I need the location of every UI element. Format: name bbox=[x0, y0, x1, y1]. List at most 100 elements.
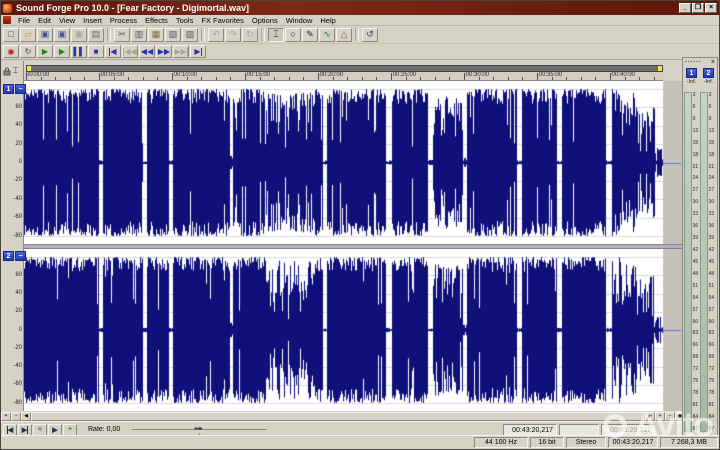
mix-button[interactable]: ▧ bbox=[165, 28, 181, 42]
channel-2-minimize-button[interactable]: − bbox=[15, 251, 26, 261]
document-icon bbox=[3, 16, 11, 24]
play-normal-button[interactable]: ▶ bbox=[48, 424, 62, 436]
level-meter-bar bbox=[700, 92, 708, 432]
forward-button[interactable]: ▶▶ bbox=[156, 45, 172, 58]
channel-1-minimize-button[interactable]: − bbox=[15, 84, 26, 94]
meter-channel-1-button[interactable]: 1 bbox=[686, 68, 697, 78]
event-tool-button[interactable]: △ bbox=[336, 28, 352, 42]
amplitude-scale-label: -40 bbox=[13, 196, 22, 202]
zoom-out-vertical-button[interactable]: − bbox=[11, 412, 21, 421]
envelope-tool-button[interactable]: ∿ bbox=[319, 28, 335, 42]
toolbar-separator bbox=[355, 28, 359, 41]
render-as-button: ▣ bbox=[71, 28, 87, 42]
amplitude-scale-label: 20 bbox=[15, 308, 22, 314]
ruler-tick bbox=[376, 77, 377, 80]
menu-tools[interactable]: Tools bbox=[172, 16, 198, 25]
meter-scale-label: 39 bbox=[709, 235, 716, 241]
cut-button[interactable]: ✂ bbox=[114, 28, 130, 42]
menu-fx-favorites[interactable]: FX Favorites bbox=[197, 16, 248, 25]
meter-scale-label: 48 bbox=[693, 271, 700, 277]
go-to-end-button[interactable]: ▶ bbox=[18, 424, 32, 436]
menu-file[interactable]: File bbox=[14, 16, 34, 25]
edit-tool-button[interactable]: ⌶ bbox=[268, 28, 284, 42]
close-button[interactable]: × bbox=[705, 3, 717, 13]
go-to-start-button[interactable]: ◀ bbox=[105, 45, 121, 58]
menu-process[interactable]: Process bbox=[106, 16, 141, 25]
channel-1-button[interactable]: 1 bbox=[3, 84, 14, 94]
open-button[interactable]: ▱ bbox=[20, 28, 36, 42]
ruler-tick bbox=[522, 77, 523, 80]
menu-help[interactable]: Help bbox=[316, 16, 339, 25]
ruler-tick bbox=[347, 77, 348, 80]
menu-effects[interactable]: Effects bbox=[141, 16, 172, 25]
record-button[interactable]: ◉ bbox=[3, 45, 19, 58]
window-title: Sound Forge Pro 10.0 - [Fear Factory - D… bbox=[16, 3, 249, 13]
panel-grip-icon[interactable]: ▪▪▪▪▪▪ bbox=[685, 60, 702, 65]
lock-icon[interactable] bbox=[3, 67, 11, 76]
meter-scale-label: 15 bbox=[693, 140, 700, 146]
minimize-button[interactable]: _ bbox=[679, 3, 691, 13]
channel-2-button[interactable]: 2 bbox=[3, 251, 14, 261]
loop-playback-button[interactable]: ↻ bbox=[20, 45, 36, 58]
zoom-out-time-button[interactable]: − bbox=[665, 412, 675, 421]
pencil-tool-button[interactable]: ✎ bbox=[302, 28, 318, 42]
scrollbar-trough[interactable] bbox=[31, 412, 645, 421]
menu-edit[interactable]: Edit bbox=[34, 16, 55, 25]
ruler-tick bbox=[508, 77, 509, 80]
meters-close-icon[interactable]: × bbox=[711, 59, 715, 66]
play-button[interactable]: ▶ bbox=[54, 45, 70, 58]
print-button[interactable]: ▤ bbox=[88, 28, 104, 42]
menu-insert[interactable]: Insert bbox=[79, 16, 106, 25]
next-marker-button: ▶▶ bbox=[173, 45, 189, 58]
time-ruler[interactable]: 00:00:00,00:05:00,00:10:00,00:15:00,00:2… bbox=[24, 72, 663, 81]
rewind-button[interactable]: ◀◀ bbox=[139, 45, 155, 58]
waveform-channel-2[interactable] bbox=[24, 249, 684, 411]
magnify-tool-button[interactable]: ○ bbox=[285, 28, 301, 42]
scroll-right-button[interactable]: ▶ bbox=[645, 412, 655, 421]
toolbar-separator bbox=[107, 28, 111, 41]
save-all-button[interactable]: ▣ bbox=[54, 28, 70, 42]
meter-scale: 3691215182124273033363942454851545760636… bbox=[708, 92, 716, 432]
zoom-in-vertical-button[interactable]: + bbox=[1, 412, 11, 421]
meter-scale-label: 60 bbox=[709, 319, 716, 325]
play-all-button[interactable]: ▶ bbox=[37, 45, 53, 58]
edit-tool-corner-icon[interactable]: ⌶ bbox=[13, 66, 18, 76]
meter-scale-label: 30 bbox=[709, 199, 716, 205]
copy-button[interactable]: ▥ bbox=[131, 28, 147, 42]
scrollbar-thumb[interactable] bbox=[31, 412, 645, 421]
play-plugin-chainer-button[interactable]: + bbox=[63, 424, 77, 436]
new-file-button[interactable]: □ bbox=[3, 28, 19, 42]
rate-slider[interactable]: ◂◂▸ ▲ bbox=[132, 424, 267, 436]
menu-options[interactable]: Options bbox=[248, 16, 282, 25]
stop-button[interactable]: ■ bbox=[88, 45, 104, 58]
amplitude-scale-label: 0 bbox=[19, 327, 22, 333]
ruler-label: ,00:35:00 bbox=[537, 72, 562, 78]
meter-channel-2-button[interactable]: 2 bbox=[703, 68, 714, 78]
meter-scale-label: 72 bbox=[693, 366, 700, 372]
rewind-all-button[interactable]: ↺ bbox=[362, 28, 378, 42]
save-button[interactable]: ▣ bbox=[37, 28, 53, 42]
overview-start-marker bbox=[27, 66, 31, 71]
paste-button[interactable]: ▦ bbox=[148, 28, 164, 42]
meter-scale-label: 12 bbox=[709, 128, 716, 134]
play-meters-panel: ▪▪▪▪▪▪ × 1 2 -Inf. -Inf. 369121518212427… bbox=[682, 57, 718, 436]
go-to-start-button[interactable]: ◀ bbox=[3, 424, 17, 436]
length-cell: 00:43:20,217 bbox=[608, 437, 658, 448]
restore-button[interactable]: ❐ bbox=[692, 3, 704, 13]
trim-crop-button[interactable]: ▨ bbox=[182, 28, 198, 42]
amplitude-scale-ch1: 806040200-20-40-60-80 bbox=[1, 81, 24, 244]
scroll-left-button[interactable]: ◀ bbox=[21, 412, 31, 421]
waveform-channel-1[interactable] bbox=[24, 81, 684, 244]
overview-bar[interactable] bbox=[26, 65, 663, 72]
menu-view[interactable]: View bbox=[55, 16, 79, 25]
zoom-in-time-button[interactable]: + bbox=[655, 412, 665, 421]
menu-window[interactable]: Window bbox=[282, 16, 317, 25]
ruler-tick bbox=[201, 77, 202, 80]
meter-scale-label: 54 bbox=[693, 295, 700, 301]
meter-scale-label: 75 bbox=[709, 378, 716, 384]
redo-button: ↷ bbox=[225, 28, 241, 42]
go-to-end-button[interactable]: ▶ bbox=[190, 45, 206, 58]
meter-scale-label: 45 bbox=[693, 259, 700, 265]
pause-button[interactable]: ▌▌ bbox=[71, 45, 87, 58]
status-bar: 44 100 Hz 16 bit Stereo 00:43:20,217 7 2… bbox=[1, 435, 719, 449]
